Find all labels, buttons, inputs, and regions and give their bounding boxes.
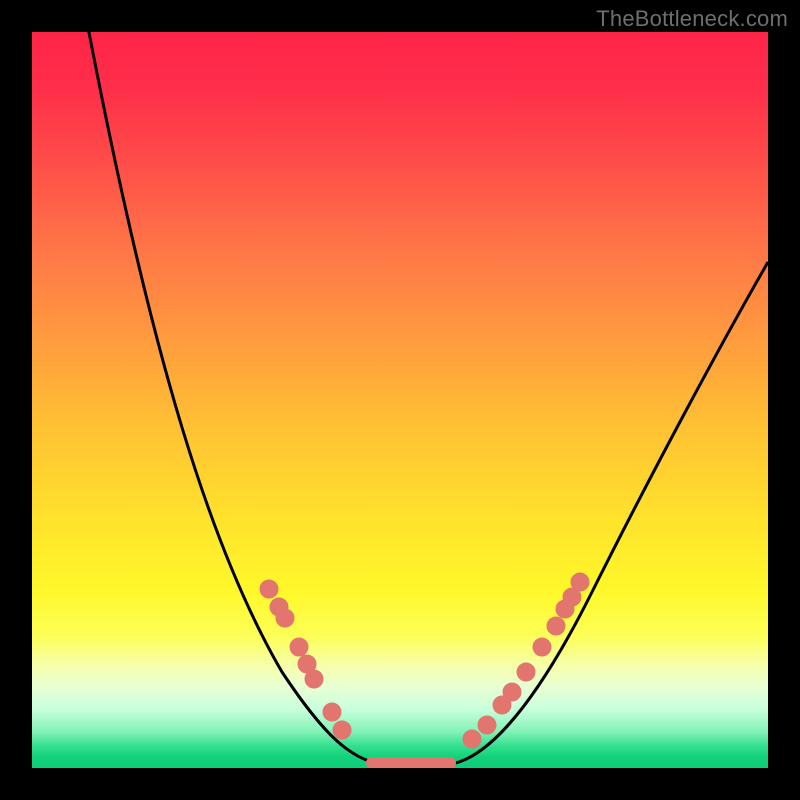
marker-right-5 <box>533 638 551 656</box>
marker-left-7 <box>333 721 351 739</box>
bottleneck-curve <box>87 32 768 765</box>
marker-right-9 <box>571 573 589 591</box>
plot-svg <box>32 32 768 768</box>
marker-left-3 <box>290 638 308 656</box>
plot-frame <box>32 32 768 768</box>
marker-right-3 <box>503 683 521 701</box>
marker-left-5 <box>305 670 323 688</box>
marker-right-4 <box>517 663 535 681</box>
marker-right-0 <box>463 730 481 748</box>
marker-left-2 <box>276 609 294 627</box>
marker-left-6 <box>323 703 341 721</box>
marker-left-0 <box>260 580 278 598</box>
watermark-text: TheBottleneck.com <box>596 6 788 32</box>
marker-right-6 <box>547 617 565 635</box>
markers-right-group <box>463 573 589 748</box>
marker-right-1 <box>478 716 496 734</box>
